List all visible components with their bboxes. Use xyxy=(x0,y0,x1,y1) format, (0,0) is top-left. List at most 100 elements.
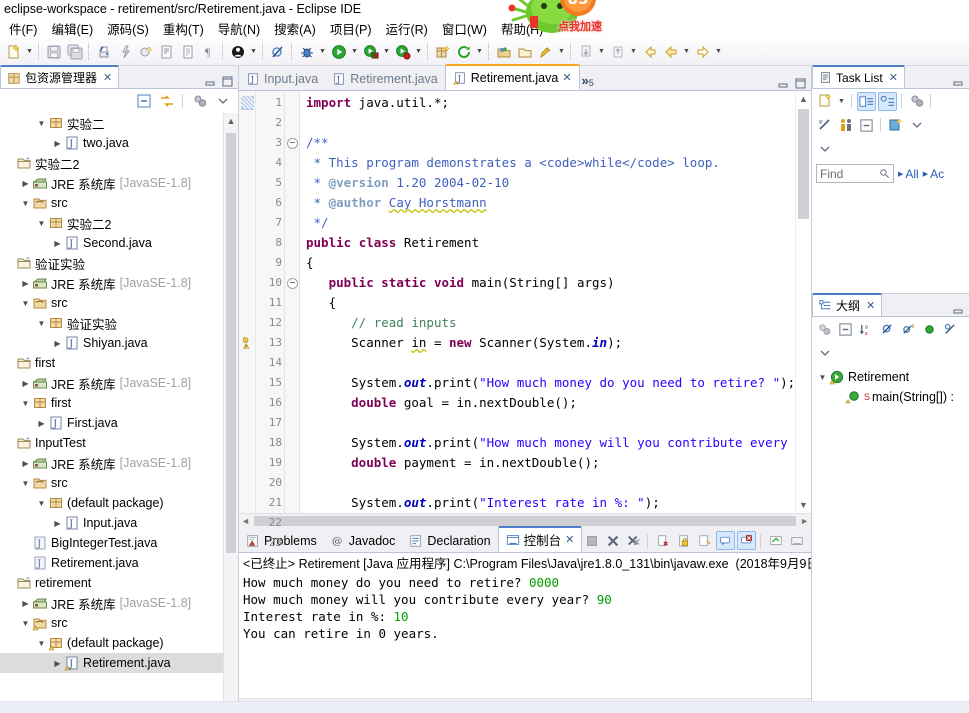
tab-task-list[interactable]: Task List ✕ xyxy=(812,65,905,88)
chevron-down-icon[interactable]: ▼ xyxy=(19,473,32,493)
code-line[interactable]: * This program demonstrates a <code>whil… xyxy=(306,153,795,173)
maximize-icon[interactable] xyxy=(221,75,234,88)
code-line[interactable]: System.out.print("Interest rate in %: ")… xyxy=(306,493,795,513)
next-annotation-dropdown-icon[interactable]: ▼ xyxy=(596,41,607,62)
code-line[interactable]: * @version 1.20 2004-02-10 xyxy=(306,173,795,193)
console-tab-1[interactable]: @ Javadoc xyxy=(324,529,403,552)
chevron-right-icon[interactable]: ▶ xyxy=(51,233,64,253)
tree-item[interactable]: ▶ Jtwo.java xyxy=(0,133,238,153)
menu-item-7[interactable]: 运行(R) xyxy=(378,18,434,39)
outline-item[interactable]: Smain(String[]) : xyxy=(812,387,969,407)
editor-folding-ruler[interactable] xyxy=(285,91,300,513)
filter-all[interactable]: ▶ All xyxy=(898,167,919,181)
collapse-all-icon[interactable] xyxy=(836,320,855,339)
code-line[interactable]: System.out.print("How much money will yo… xyxy=(306,433,795,453)
run-last-dropdown-icon[interactable]: ▼ xyxy=(413,41,424,62)
show-ui-legend-icon[interactable] xyxy=(836,116,855,135)
hide-fields-icon[interactable] xyxy=(878,320,897,339)
chevron-down-icon[interactable]: ▼ xyxy=(836,91,847,112)
chevron-down-icon[interactable]: ▼ xyxy=(19,193,32,213)
tree-item[interactable]: ▼ first xyxy=(0,393,238,413)
new-task-icon[interactable] xyxy=(815,92,834,111)
scroll-up-arrow[interactable]: ▲ xyxy=(224,113,238,129)
code-line[interactable]: public static void main(String[] args) xyxy=(306,273,795,293)
tree-item[interactable]: J Retirement.java xyxy=(0,553,238,573)
editor-tab-overflow[interactable]: » 5 xyxy=(580,73,598,90)
code-line[interactable]: Scanner in = new Scanner(System.in); xyxy=(306,333,795,353)
code-line[interactable]: { xyxy=(306,253,795,273)
forward-dropdown-icon[interactable]: ▼ xyxy=(713,41,724,62)
console-tab-2[interactable]: Declaration xyxy=(402,529,497,552)
chevron-right-icon[interactable]: ▶ xyxy=(19,373,32,393)
tree-item[interactable]: 验证实验 xyxy=(0,253,238,273)
chevron-right-icon[interactable]: ▶ xyxy=(51,653,64,673)
tree-item[interactable]: ▶ J Retirement.java xyxy=(0,653,238,673)
minimize-icon[interactable] xyxy=(952,75,965,88)
code-line[interactable]: /** xyxy=(306,133,795,153)
close-icon[interactable]: ✕ xyxy=(889,71,898,84)
search-input[interactable]: Find xyxy=(816,164,894,183)
close-icon[interactable]: ✕ xyxy=(866,299,875,312)
new-package-icon[interactable] xyxy=(432,41,453,62)
code-line[interactable]: */ xyxy=(306,213,795,233)
fold-collapse-icon[interactable] xyxy=(285,133,299,153)
console-output[interactable]: <已终止> Retirement [Java 应用程序] C:\Program … xyxy=(239,553,811,698)
pin-icon[interactable] xyxy=(535,41,556,62)
tree-item[interactable]: ▶ JRE 系统库 [JavaSE-1.8] xyxy=(0,373,238,393)
sort-icon[interactable]: az xyxy=(857,320,876,339)
maximize-icon[interactable] xyxy=(794,77,807,90)
run-icon[interactable] xyxy=(328,41,349,62)
chevron-right-icon[interactable]: ▶ xyxy=(19,453,32,473)
new-java-project-icon[interactable] xyxy=(156,41,177,62)
clear-console-icon[interactable] xyxy=(653,531,672,550)
remove-launch-icon[interactable] xyxy=(603,531,622,550)
menu-item-1[interactable]: 编辑(E) xyxy=(44,18,100,39)
new-wizard-icon[interactable] xyxy=(3,41,24,62)
tree-item[interactable]: J BigIntegerTest.java xyxy=(0,533,238,553)
menu-item-3[interactable]: 重构(T) xyxy=(156,18,211,39)
scroll-thumb[interactable] xyxy=(226,133,236,553)
run-dropdown-icon[interactable]: ▼ xyxy=(349,41,360,62)
view-menu-icon[interactable] xyxy=(907,116,926,135)
chevron-right-icon[interactable]: ▶ xyxy=(51,133,64,153)
previous-annotation-icon[interactable] xyxy=(607,41,628,62)
chevron-down-icon[interactable]: ▼ xyxy=(19,613,32,633)
open-type-dropdown-icon[interactable]: ▼ xyxy=(248,41,259,62)
tree-item[interactable]: ▶ JRE 系统库 [JavaSE-1.8] xyxy=(0,273,238,293)
document-icon[interactable] xyxy=(177,41,198,62)
display-selected-console-icon[interactable] xyxy=(737,531,757,550)
print-icon[interactable] xyxy=(93,41,114,62)
close-icon[interactable]: ✕ xyxy=(562,71,571,84)
code-line[interactable]: double goal = in.nextDouble(); xyxy=(306,393,795,413)
code-line[interactable]: * @author Cay Horstmann xyxy=(306,193,795,213)
chevron-down-icon[interactable] xyxy=(815,140,834,159)
open-type-icon[interactable] xyxy=(227,41,248,62)
chevron-down-icon[interactable]: ▼ xyxy=(35,633,48,653)
new-java-class-icon[interactable] xyxy=(135,41,156,62)
scroll-thumb[interactable] xyxy=(798,109,809,219)
forward-icon[interactable] xyxy=(692,41,713,62)
view-menu-icon[interactable] xyxy=(190,92,209,111)
tree-item[interactable]: ▶ JRE 系统库 [JavaSE-1.8] xyxy=(0,593,238,613)
chevron-down-icon[interactable] xyxy=(213,92,232,111)
scroll-up-arrow[interactable]: ▲ xyxy=(796,91,811,107)
code-line[interactable]: { xyxy=(306,293,795,313)
tree-item[interactable]: retirement xyxy=(0,573,238,593)
tree-item[interactable]: ▼ src xyxy=(0,193,238,213)
tree-item[interactable]: ▶ J Shiyan.java xyxy=(0,333,238,353)
menu-item-8[interactable]: 窗口(W) xyxy=(435,18,494,39)
pin-dropdown-icon[interactable]: ▼ xyxy=(556,41,567,62)
editor-tab-0[interactable]: J Input.java xyxy=(239,67,325,90)
tree-item[interactable]: ▼ 验证实验 xyxy=(0,313,238,333)
hide-local-types-icon[interactable] xyxy=(941,320,960,339)
menu-item-9[interactable]: 帮助(H) xyxy=(494,18,550,39)
chevron-right-icon[interactable]: ▶ xyxy=(19,593,32,613)
link-with-editor-icon[interactable] xyxy=(157,92,176,111)
fold-collapse-icon[interactable] xyxy=(285,273,299,293)
chevron-right-icon[interactable]: ▶ xyxy=(51,513,64,533)
code-line[interactable] xyxy=(306,113,795,133)
filter-activate[interactable]: ▶ Ac xyxy=(923,167,944,181)
new-console-view-icon[interactable] xyxy=(787,531,806,550)
tree-item[interactable]: ▶ JRE 系统库 [JavaSE-1.8] xyxy=(0,173,238,193)
menu-item-2[interactable]: 源码(S) xyxy=(100,18,156,39)
